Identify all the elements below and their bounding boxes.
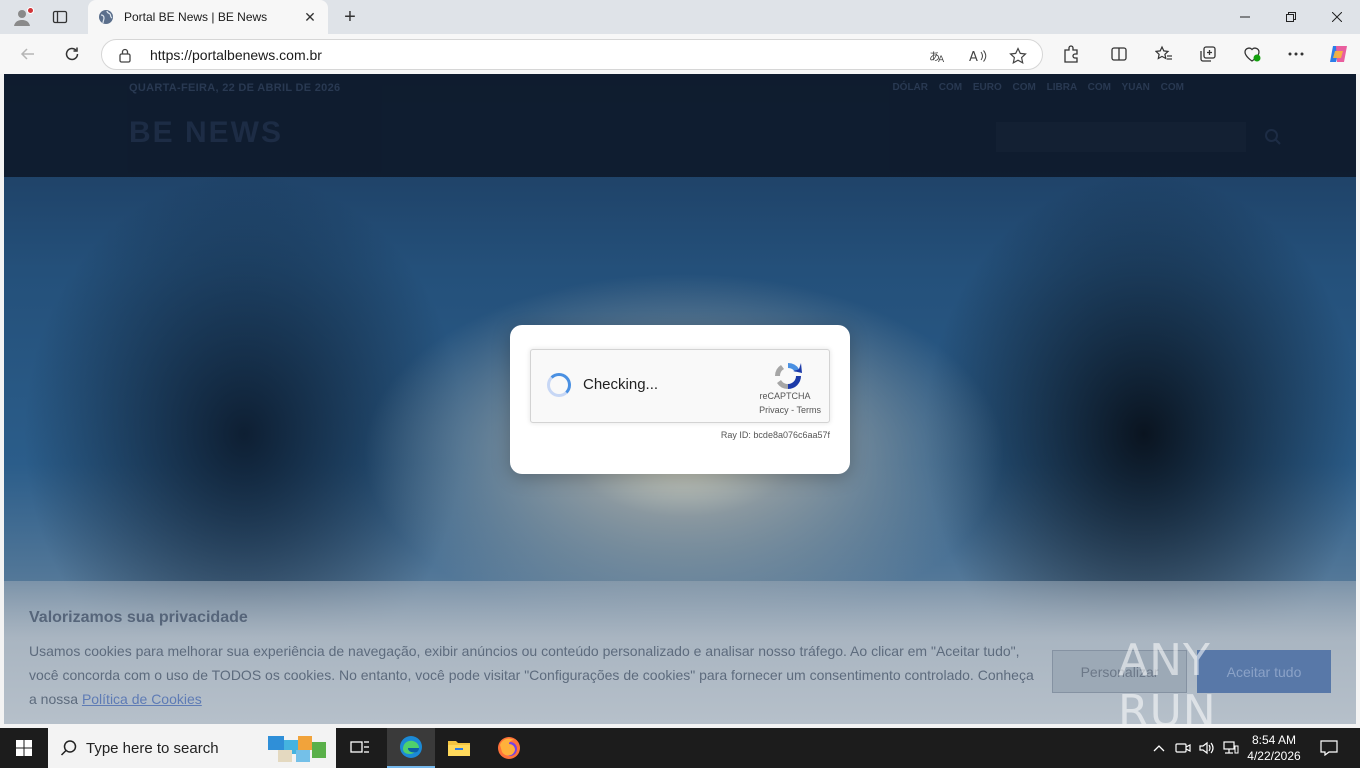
clock-date: 4/22/2026 (1247, 749, 1301, 763)
svg-text:A: A (969, 50, 978, 64)
notification-icon (1320, 740, 1338, 756)
favorites-icon[interactable] (1153, 43, 1175, 65)
reload-icon (65, 47, 79, 61)
taskbar-file-explorer[interactable] (435, 728, 483, 768)
chevron-up-icon (1153, 745, 1165, 752)
minimize-button[interactable] (1222, 0, 1268, 34)
notification-dot (27, 7, 34, 14)
taskbar-firefox[interactable] (485, 728, 533, 768)
lock-icon (119, 48, 131, 63)
taskbar: Type here to search 8:54 AM 4/22/2026 (0, 728, 1360, 768)
cookie-title: Valorizamos sua privacidade (29, 609, 248, 626)
url-text: https://portalbenews.com.br (150, 47, 322, 63)
network-icon (1223, 741, 1239, 754)
minimize-icon (1240, 16, 1250, 18)
watermark-text: ANY RUN (1118, 635, 1217, 724)
volume-button[interactable] (1197, 728, 1217, 768)
camera-icon (1175, 743, 1191, 753)
ray-id: Ray ID: bcde8a076c6aa57f (720, 430, 830, 440)
anyrun-watermark: ANY RUN (1118, 635, 1356, 724)
firefox-icon (498, 737, 520, 759)
edge-icon (400, 736, 422, 758)
speaker-icon (1199, 741, 1214, 755)
start-button[interactable] (0, 728, 48, 768)
svg-text:A: A (938, 55, 945, 64)
arrow-left-icon (20, 48, 34, 60)
tab-actions-icon (52, 10, 68, 24)
captcha-status: Checking... (583, 376, 659, 393)
taskbar-clock[interactable]: 8:54 AM 4/22/2026 (1244, 732, 1304, 764)
close-icon (1332, 12, 1342, 22)
copilot-icon[interactable] (1327, 43, 1349, 65)
link-separator: - (788, 405, 797, 415)
loading-spinner-icon (547, 373, 571, 397)
taskbar-search[interactable]: Type here to search (48, 728, 336, 768)
currency-quotes: DÓLAR COM EURO COM LIBRA COM YUAN COM (892, 82, 1184, 93)
recaptcha-links: Privacy - Terms (759, 405, 821, 415)
captcha-modal: Checking... reCAPTCHA Privacy - Terms Ra… (510, 325, 850, 474)
reload-button[interactable] (57, 40, 87, 68)
recaptcha-brand: reCAPTCHA (759, 391, 811, 401)
browser-essentials-icon[interactable] (1241, 43, 1263, 65)
search-highlight-puzzle-icon (268, 736, 326, 762)
cookie-text: Usamos cookies para melhorar sua experiê… (29, 639, 1039, 711)
windows-logo-icon (16, 740, 32, 756)
split-screen-icon[interactable] (1108, 43, 1130, 65)
task-view-icon (350, 741, 369, 753)
read-aloud-icon[interactable]: A (968, 46, 988, 66)
meet-now-button[interactable] (1173, 728, 1193, 768)
search-icon[interactable] (1264, 128, 1282, 151)
site-date: QUARTA-FEIRA, 22 DE ABRIL DE 2026 (129, 82, 341, 94)
taskbar-search-placeholder: Type here to search (86, 739, 219, 757)
task-view-button[interactable] (336, 728, 384, 768)
globe-favicon-icon (99, 10, 113, 24)
extensions-icon[interactable] (1060, 43, 1082, 65)
tab-strip: Portal BE News | BE News ✕ + (0, 0, 1360, 34)
restore-icon (1286, 12, 1296, 22)
recaptcha-widget[interactable]: Checking... reCAPTCHA Privacy - Terms (530, 349, 830, 423)
tab-portal-be-news[interactable]: Portal BE News | BE News ✕ (88, 0, 328, 34)
folder-icon (448, 741, 470, 756)
site-logo[interactable]: BE NEWS (129, 116, 283, 150)
terms-link[interactable]: Terms (797, 405, 822, 415)
favorite-star-icon[interactable] (1008, 46, 1028, 66)
back-button[interactable] (13, 40, 43, 68)
clock-time: 8:54 AM (1251, 733, 1297, 747)
network-button[interactable] (1221, 728, 1241, 768)
profile-button[interactable] (8, 5, 36, 29)
address-bar[interactable]: https://portalbenews.com.br あA A (101, 39, 1043, 70)
site-header: QUARTA-FEIRA, 22 DE ABRIL DE 2026 DÓLAR … (4, 74, 1356, 177)
close-window-button[interactable] (1314, 0, 1360, 34)
show-hidden-icons-button[interactable] (1150, 728, 1168, 768)
site-search-input[interactable] (996, 122, 1246, 152)
collections-icon[interactable] (1197, 43, 1219, 65)
recaptcha-logo-icon (774, 362, 802, 390)
restore-button[interactable] (1268, 0, 1314, 34)
notifications-button[interactable] (1314, 728, 1344, 768)
cookie-policy-link[interactable]: Política de Cookies (82, 691, 202, 707)
translate-icon[interactable]: あA (928, 46, 948, 66)
tab-close-icon[interactable]: ✕ (302, 9, 318, 25)
search-icon (60, 740, 77, 756)
new-tab-button[interactable]: + (338, 5, 362, 29)
more-options-icon[interactable] (1285, 43, 1307, 65)
tab-title: Portal BE News | BE News (124, 10, 268, 24)
navigation-bar: https://portalbenews.com.br あA A (0, 34, 1360, 74)
taskbar-edge[interactable] (387, 728, 435, 768)
privacy-link[interactable]: Privacy (759, 405, 789, 415)
tab-actions-button[interactable] (46, 5, 74, 29)
